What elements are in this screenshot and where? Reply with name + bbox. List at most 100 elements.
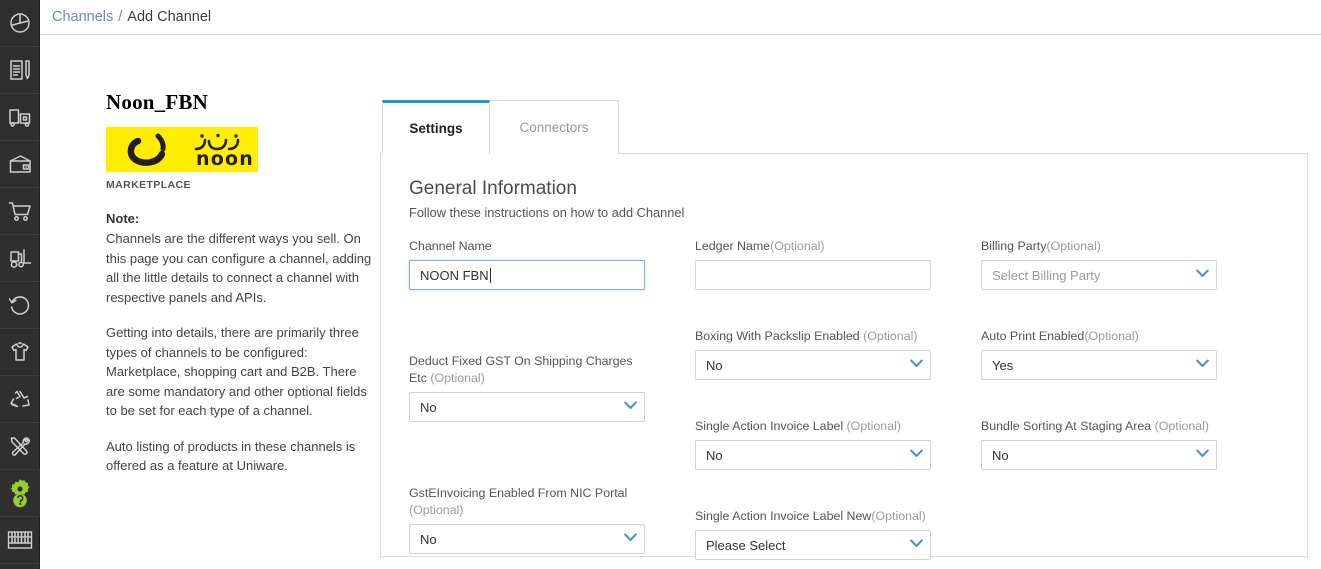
text-cursor	[489, 267, 491, 283]
section-subtitle: Follow these instructions on how to add …	[409, 205, 685, 220]
tab-label: Settings	[409, 121, 463, 136]
breadcrumb-link-channels[interactable]: Channels	[52, 9, 113, 25]
select-gsteinvoicing-enabled-from-nic-portal[interactable]: No	[409, 524, 645, 554]
sidebar-item-recycle[interactable]	[0, 376, 40, 423]
page-title: Noon_FBN	[106, 90, 208, 114]
form-field-boxing-with-packslip-enabled: Boxing With Packslip Enabled (Optional) N…	[695, 328, 931, 380]
chevron-down-icon	[624, 533, 637, 544]
form-field-ledger-name: Ledger Name(Optional)	[695, 238, 931, 290]
svg-text:noon: noon	[196, 148, 254, 170]
field-label: Bundle Sorting At Staging Area (Optional…	[981, 418, 1217, 435]
form-field-single-action-invoice-label-new: Single Action Invoice Label New(Optional…	[695, 508, 931, 560]
input-ledger-name[interactable]	[695, 260, 931, 290]
sidebar-item-catalog-tshirt[interactable]	[0, 329, 40, 376]
select-billing-party[interactable]: Select Billing Party	[981, 260, 1217, 290]
field-optional-suffix: (Optional)	[863, 329, 918, 343]
field-label-text: Auto Print Enabled	[981, 329, 1085, 343]
field-label-text: Billing Party	[981, 239, 1047, 253]
sidebar-item-inventory-forklift[interactable]	[0, 235, 40, 282]
field-label: GstEInvoicing Enabled From NIC Portal (O…	[409, 485, 645, 519]
select-single-action-invoice-label-new[interactable]: Please Select	[695, 530, 931, 560]
pie-chart-icon	[8, 11, 32, 35]
select-boxing-with-packslip-enabled[interactable]: No	[695, 350, 931, 380]
truck-icon	[8, 105, 33, 129]
field-optional-suffix: (Optional)	[430, 371, 485, 385]
field-label-text: Single Action Invoice Label	[695, 419, 847, 433]
select-single-action-invoice-label[interactable]: No	[695, 440, 931, 470]
field-optional-suffix: (Optional)	[1046, 239, 1101, 253]
breadcrumb-current-add-channel: Add Channel	[127, 9, 212, 25]
select-auto-print-enabled[interactable]: Yes	[981, 350, 1217, 380]
chevron-down-icon	[910, 449, 923, 460]
sidebar-item-cart[interactable]	[0, 188, 40, 235]
field-placeholder: Select Billing Party	[992, 267, 1101, 283]
field-label-text: Bundle Sorting At Staging Area	[981, 419, 1155, 433]
field-optional-suffix: (Optional)	[871, 509, 926, 523]
sidebar-item-tools[interactable]	[0, 423, 40, 470]
sidebar-item-dashboard-pie[interactable]	[0, 0, 40, 47]
recycle-icon	[8, 387, 32, 411]
field-value: Yes	[992, 357, 1014, 373]
noon-logo-mark: noon	[106, 127, 258, 172]
refresh-circle-icon	[8, 293, 32, 317]
main-region: Channels / Add Channel Noon_FBN noon MAR…	[40, 0, 1321, 569]
breadcrumb-separator: /	[118, 9, 123, 25]
document-edit-icon	[8, 58, 32, 82]
field-optional-suffix: (Optional)	[409, 503, 464, 517]
field-label: Auto Print Enabled(Optional)	[981, 328, 1217, 345]
field-value: Please Select	[706, 537, 786, 553]
form-field-auto-print-enabled: Auto Print Enabled(Optional) Yes	[981, 328, 1217, 380]
form-grid: Channel Name NOON FBN Deduct Fixed GST On …	[409, 238, 1279, 569]
wallet-icon	[8, 152, 33, 176]
input-channel-name[interactable]: NOON FBN	[409, 260, 645, 290]
sidebar-item-payments-wallet[interactable]	[0, 141, 40, 188]
sidebar-item-orders-document[interactable]	[0, 47, 40, 94]
field-optional-suffix: (Optional)	[770, 239, 825, 253]
barcode-icon	[7, 529, 33, 551]
note-paragraph: Getting into details, there are primaril…	[106, 325, 367, 418]
tab-label: Connectors	[519, 120, 589, 135]
channel-form-area: Settings Connectors General Information F…	[380, 35, 1321, 569]
chevron-down-icon	[910, 359, 923, 370]
sidebar-item-shipping-truck[interactable]	[0, 94, 40, 141]
form-column: Ledger Name(Optional) Boxing With Packsli…	[695, 238, 981, 569]
breadcrumb: Channels / Add Channel	[52, 8, 211, 26]
tab-connectors[interactable]: Connectors	[489, 100, 619, 154]
field-label: Ledger Name(Optional)	[695, 238, 931, 255]
chevron-down-icon	[624, 401, 637, 412]
settings-card-body: General Information Follow these instruc…	[381, 154, 1307, 569]
form-column: Billing Party(Optional) Select Billing Pa…	[981, 238, 1267, 569]
field-value: No	[706, 447, 723, 463]
tshirt-icon	[8, 340, 32, 364]
shopping-cart-icon	[8, 199, 33, 223]
select-deduct-fixed-gst-on-shipping-charges-etc[interactable]: No	[409, 392, 645, 422]
field-label: Single Action Invoice Label (Optional)	[695, 418, 931, 435]
form-field-billing-party: Billing Party(Optional) Select Billing Pa…	[981, 238, 1217, 290]
field-label: Channel Name	[409, 238, 645, 255]
sidebar-item-settings-help[interactable]	[0, 470, 40, 517]
field-value: No	[992, 447, 1009, 463]
field-label: Boxing With Packslip Enabled (Optional)	[695, 328, 931, 345]
sidebar-item-returns-refresh[interactable]	[0, 282, 40, 329]
application-root: Channels / Add Channel Noon_FBN noon MAR…	[0, 0, 1321, 569]
gear-question-icon	[7, 478, 33, 508]
note-paragraph: Channels are the different ways you sell…	[106, 231, 372, 305]
field-label-text: Single Action Invoice Label New	[695, 509, 872, 523]
chevron-down-icon	[910, 539, 923, 550]
left-icon-sidebar	[0, 0, 40, 569]
select-bundle-sorting-at-staging-area[interactable]: No	[981, 440, 1217, 470]
sidebar-item-barcode[interactable]	[0, 517, 40, 564]
noon-logo: noon	[106, 127, 258, 172]
field-label: Single Action Invoice Label New(Optional…	[695, 508, 931, 525]
tab-settings[interactable]: Settings	[382, 100, 490, 154]
page-body: Noon_FBN noon MARKETPLACE Note: Channels…	[40, 35, 1321, 569]
chevron-down-icon	[1196, 359, 1209, 370]
form-field-deduct-fixed-gst-on-shipping-charges-etc: Deduct Fixed GST On Shipping Charges Etc…	[409, 353, 645, 422]
tab-bar: Settings Connectors	[380, 100, 1321, 154]
form-field-gsteinvoicing-enabled-from-nic-portal: GstEInvoicing Enabled From NIC Portal (O…	[409, 485, 645, 554]
field-label-text: Ledger Name	[695, 239, 771, 253]
top-breadcrumb-bar: Channels / Add Channel	[40, 0, 1321, 35]
form-column: Channel Name NOON FBN Deduct Fixed GST On …	[409, 238, 695, 569]
field-value: No	[706, 357, 723, 373]
wrench-screwdriver-icon	[8, 434, 32, 458]
